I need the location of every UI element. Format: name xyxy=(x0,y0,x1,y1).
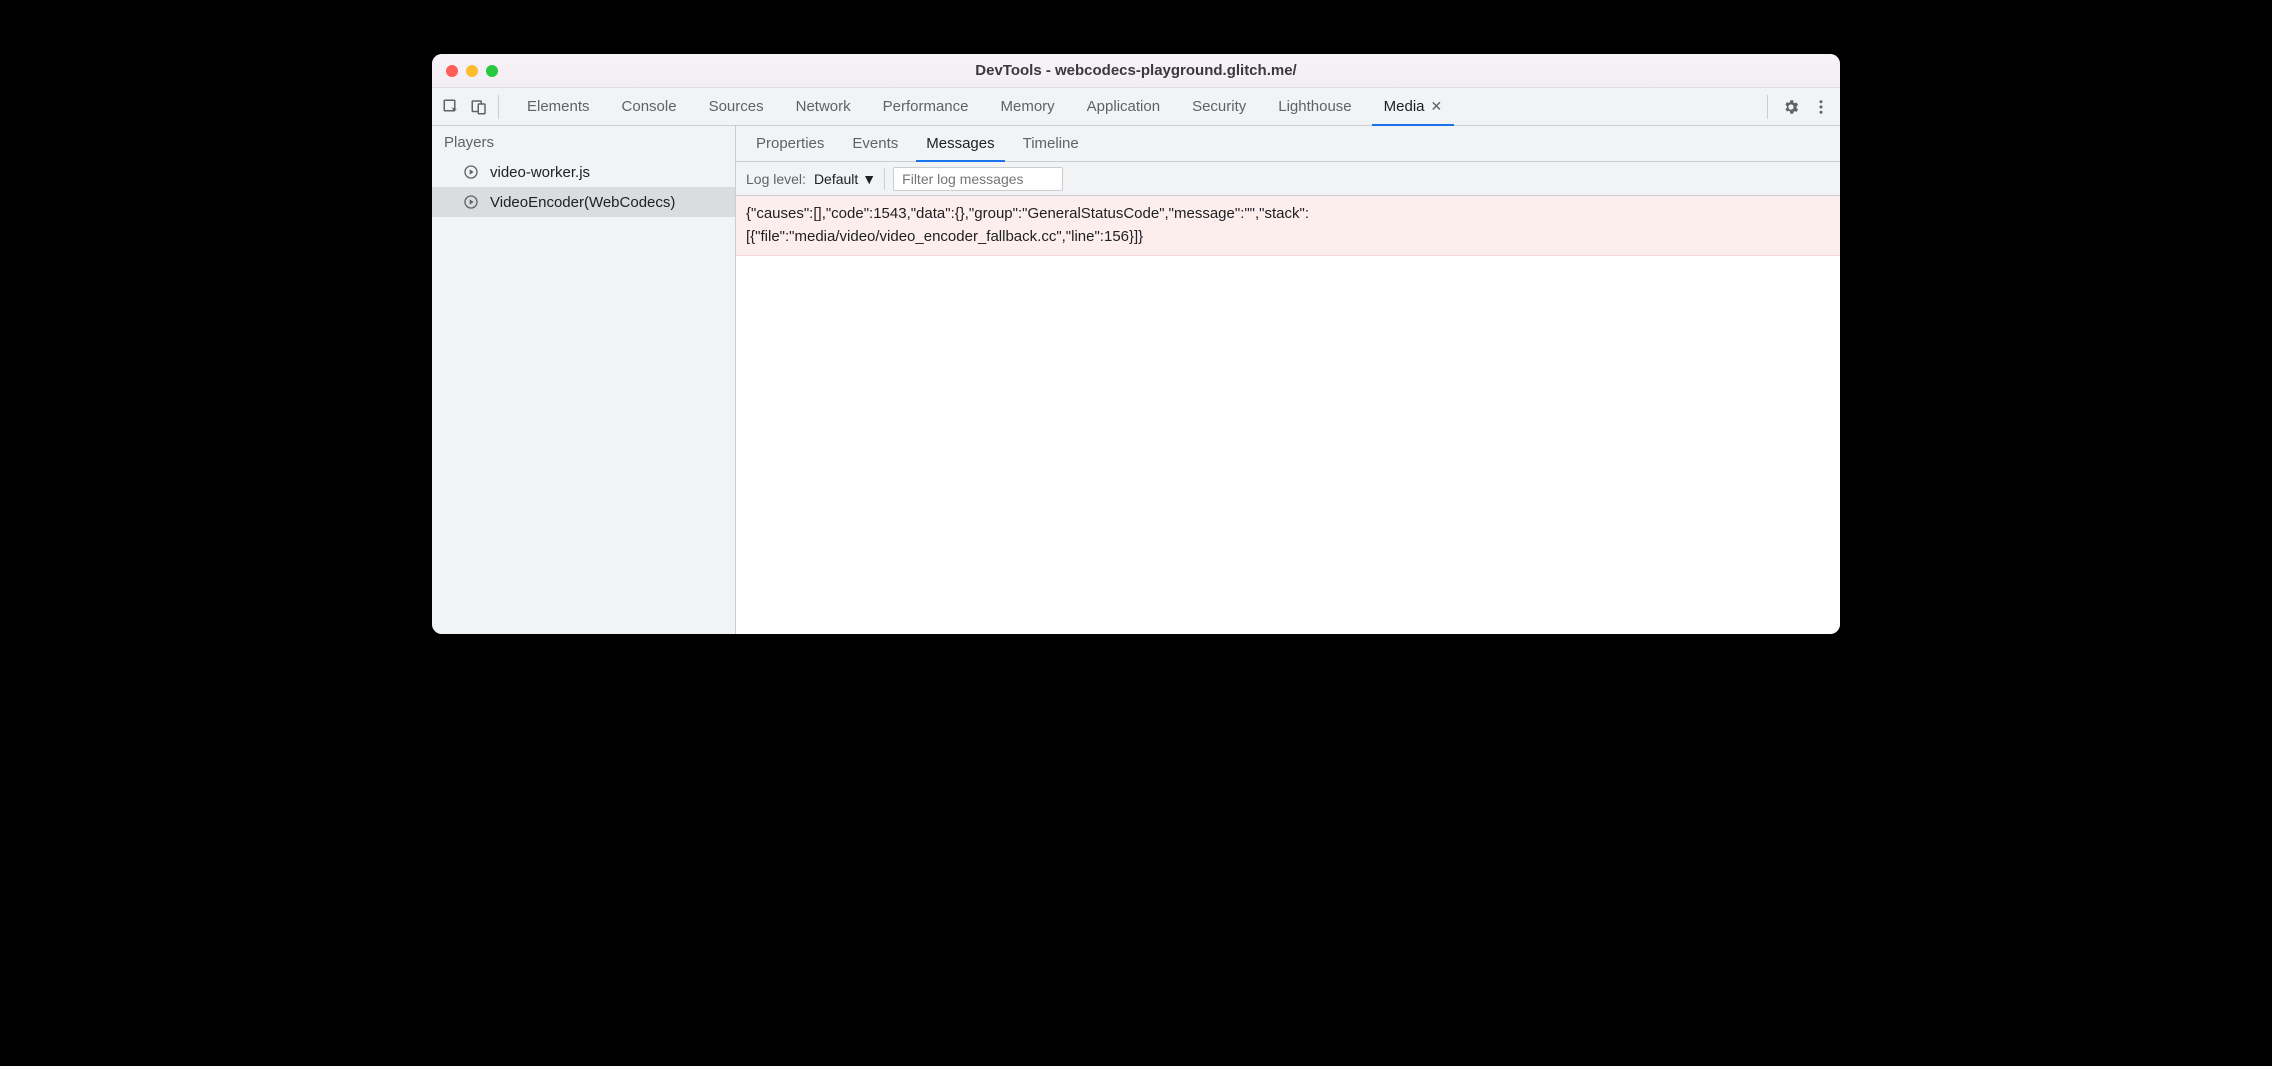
main-panel: Properties Events Messages Timeline Log … xyxy=(736,126,1840,634)
tab-label: Sources xyxy=(709,98,764,115)
loglevel-select[interactable]: Default ▼ xyxy=(814,168,885,190)
players-sidebar: Players video-worker.js VideoEncoder(Web… xyxy=(432,126,736,634)
tab-label: Lighthouse xyxy=(1278,98,1351,115)
subtab-label: Properties xyxy=(756,135,824,152)
play-icon xyxy=(462,193,480,211)
media-subtabs: Properties Events Messages Timeline xyxy=(736,126,1840,162)
inspect-element-icon[interactable] xyxy=(440,96,462,118)
play-icon xyxy=(462,163,480,181)
chevron-down-icon: ▼ xyxy=(862,171,876,187)
tab-network[interactable]: Network xyxy=(780,88,867,125)
subtab-label: Messages xyxy=(926,135,994,152)
player-item-label: VideoEncoder(WebCodecs) xyxy=(490,194,675,211)
toolbar-right-icons xyxy=(1767,95,1832,119)
filter-input[interactable] xyxy=(893,167,1063,191)
tab-security[interactable]: Security xyxy=(1176,88,1262,125)
toolbar-left-icons xyxy=(440,95,499,119)
tab-label: Console xyxy=(622,98,677,115)
tab-label: Network xyxy=(796,98,851,115)
messages-list: {"causes":[],"code":1543,"data":{},"grou… xyxy=(736,196,1840,634)
minimize-window-button[interactable] xyxy=(466,65,478,77)
tab-label: Elements xyxy=(527,98,590,115)
tab-sources[interactable]: Sources xyxy=(693,88,780,125)
player-item-label: video-worker.js xyxy=(490,164,590,181)
loglevel-label: Log level: xyxy=(746,171,806,187)
device-toggle-icon[interactable] xyxy=(468,96,490,118)
panel-tabs: Elements Console Sources Network Perform… xyxy=(511,88,1767,125)
tab-performance[interactable]: Performance xyxy=(867,88,985,125)
kebab-menu-icon[interactable] xyxy=(1810,96,1832,118)
maximize-window-button[interactable] xyxy=(486,65,498,77)
sidebar-heading: Players xyxy=(432,126,735,157)
traffic-lights xyxy=(432,65,498,77)
subtab-label: Events xyxy=(852,135,898,152)
tab-label: Application xyxy=(1087,98,1160,115)
tab-label: Security xyxy=(1192,98,1246,115)
main-toolbar: Elements Console Sources Network Perform… xyxy=(432,88,1840,126)
window-title: DevTools - webcodecs-playground.glitch.m… xyxy=(432,62,1840,79)
tab-label: Media xyxy=(1384,98,1425,115)
loglevel-value: Default xyxy=(814,171,858,187)
tab-label: Performance xyxy=(883,98,969,115)
subtab-events[interactable]: Events xyxy=(838,126,912,161)
tab-application[interactable]: Application xyxy=(1071,88,1176,125)
devtools-window: DevTools - webcodecs-playground.glitch.m… xyxy=(432,54,1840,634)
close-icon[interactable]: ✕ xyxy=(1431,98,1443,115)
tab-memory[interactable]: Memory xyxy=(985,88,1071,125)
content-area: Players video-worker.js VideoEncoder(Web… xyxy=(432,126,1840,634)
filter-bar: Log level: Default ▼ xyxy=(736,162,1840,196)
subtab-messages[interactable]: Messages xyxy=(912,126,1008,161)
tab-label: Memory xyxy=(1001,98,1055,115)
window-titlebar: DevTools - webcodecs-playground.glitch.m… xyxy=(432,54,1840,88)
tab-elements[interactable]: Elements xyxy=(511,88,606,125)
player-item-videoencoder[interactable]: VideoEncoder(WebCodecs) xyxy=(432,187,735,217)
subtab-properties[interactable]: Properties xyxy=(742,126,838,161)
subtab-timeline[interactable]: Timeline xyxy=(1009,126,1093,161)
message-row[interactable]: {"causes":[],"code":1543,"data":{},"grou… xyxy=(736,196,1840,256)
tab-console[interactable]: Console xyxy=(606,88,693,125)
tab-media[interactable]: Media ✕ xyxy=(1368,88,1459,125)
close-window-button[interactable] xyxy=(446,65,458,77)
player-item-video-worker[interactable]: video-worker.js xyxy=(432,157,735,187)
subtab-label: Timeline xyxy=(1023,135,1079,152)
tab-lighthouse[interactable]: Lighthouse xyxy=(1262,88,1367,125)
gear-icon[interactable] xyxy=(1780,96,1802,118)
